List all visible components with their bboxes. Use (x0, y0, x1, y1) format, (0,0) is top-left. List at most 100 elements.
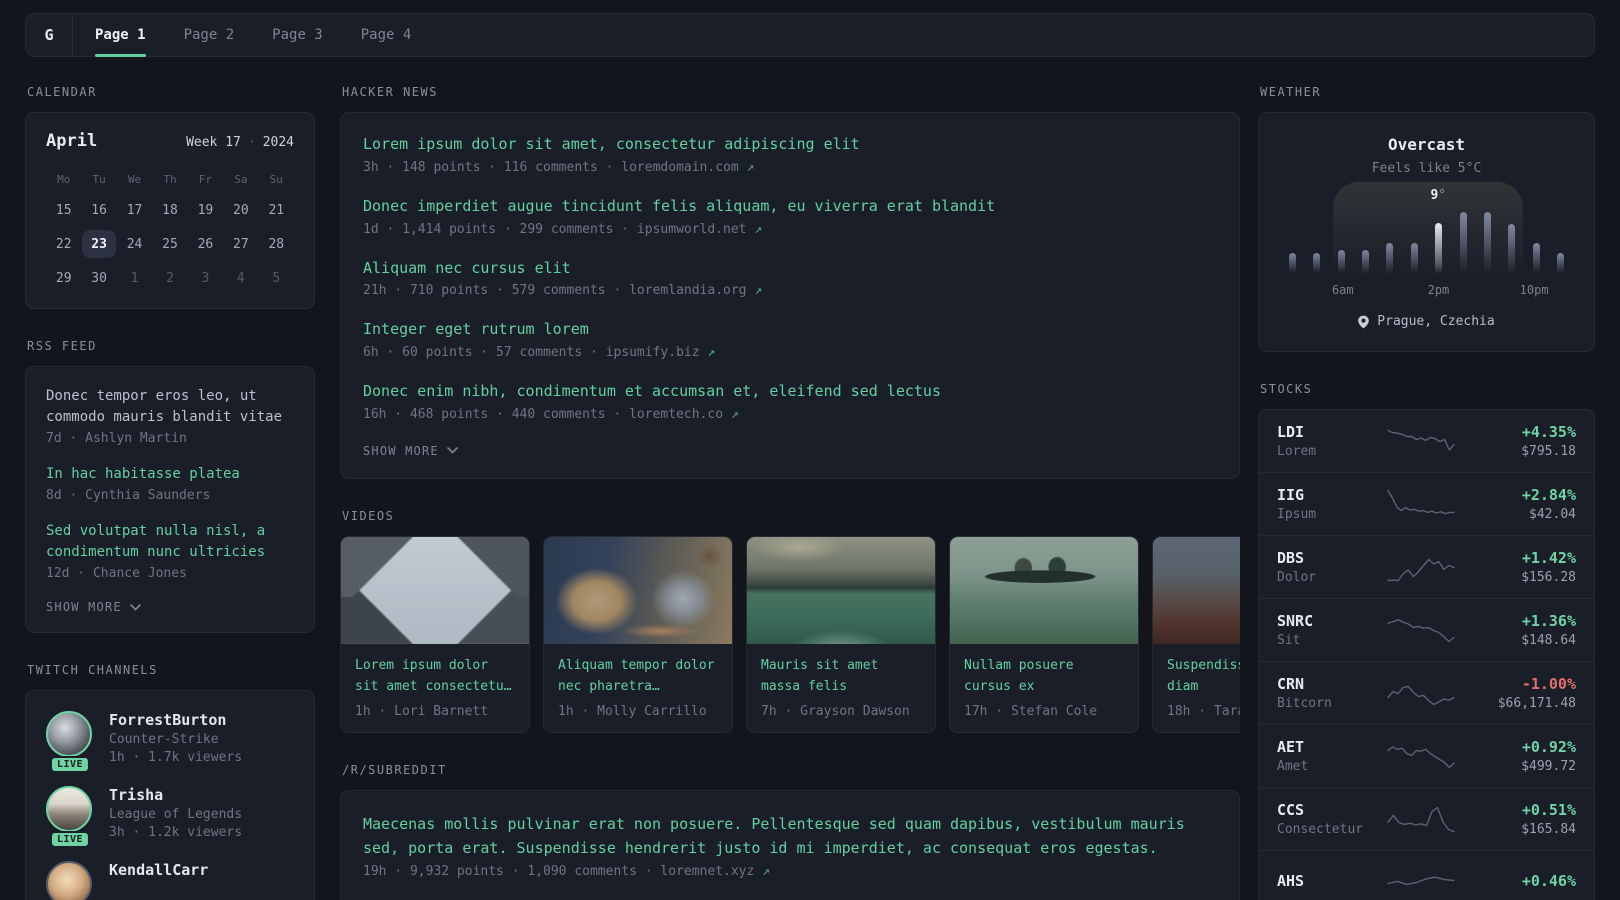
rss-item-title[interactable]: Sed volutpat nulla nisl, a condimentum n… (46, 521, 294, 563)
hn-item-title[interactable]: Donec imperdiet augue tincidunt felis al… (363, 196, 1217, 218)
stock-ticker[interactable]: DBS (1277, 549, 1377, 567)
nav-tab[interactable]: Page 4 (361, 14, 412, 56)
nav-tab-label: Page 3 (272, 27, 323, 43)
hn-show-more-button[interactable]: SHOW MORE (363, 444, 458, 458)
video-thumbnail[interactable] (747, 536, 935, 644)
twitch-channel-name[interactable]: Trisha (109, 786, 242, 804)
video-thumbnail[interactable] (950, 536, 1138, 644)
stock-ticker[interactable]: AHS (1277, 872, 1377, 890)
rss-item: Donec tempor eros leo, ut commodo mauris… (46, 386, 294, 446)
twitch-channel-meta: 1h · 1.7k viewers (109, 750, 243, 765)
calendar-day: 22 (55, 236, 72, 252)
stock-row[interactable]: DBS Dolor +1.42% $156.28 (1259, 535, 1594, 598)
stock-ticker[interactable]: CCS (1277, 801, 1377, 819)
stock-ticker[interactable]: CRN (1277, 675, 1377, 693)
video-card[interactable]: Suspendisse diam 18h · Tara (1152, 535, 1240, 734)
rss-section: RSS FEED Donec tempor eros leo, ut commo… (25, 339, 315, 633)
video-thumbnail[interactable] (1153, 536, 1240, 644)
stock-row[interactable]: CCS Consectetur +0.51% $165.84 (1259, 787, 1594, 850)
weather-time-label: 2pm (1427, 283, 1450, 297)
weather-bar (1289, 252, 1296, 274)
weather-bar (1508, 224, 1516, 274)
stock-symbol-block: CRN Bitcorn (1277, 675, 1377, 711)
stock-symbol-block: AHS (1277, 872, 1377, 893)
twitch-channel-row[interactable]: LIVE KendallCarr (46, 861, 294, 900)
external-link-icon[interactable]: ↗ (754, 222, 762, 237)
stock-row[interactable]: LDI Lorem +4.35% $795.18 (1259, 410, 1594, 472)
rss-item-title[interactable]: In hac habitasse platea (46, 464, 294, 485)
section-title-stocks: STOCKS (1260, 382, 1313, 396)
nav-tab[interactable]: Page 1 (95, 14, 146, 57)
hn-item-title[interactable]: Lorem ipsum dolor sit amet, consectetur … (363, 134, 1217, 156)
stock-row[interactable]: CRN Bitcorn -1.00% $66,171.48 (1259, 661, 1594, 724)
stock-row[interactable]: AET Amet +0.92% $499.72 (1259, 724, 1594, 787)
weather-bar (1532, 243, 1540, 274)
external-link-icon[interactable]: ↗ (762, 864, 770, 879)
right-column: WEATHER Overcast Feels like 5°C 9° 6am 2p… (1258, 85, 1595, 900)
hn-item-title[interactable]: Donec enim nibh, condimentum et accumsan… (363, 381, 1217, 403)
hn-item-title[interactable]: Integer eget rutrum lorem (363, 319, 1217, 341)
twitch-channel-row[interactable]: LIVE ForrestBurton Counter-Strike 1h · 1… (46, 711, 294, 773)
external-link-icon[interactable]: ↗ (747, 160, 755, 175)
video-title[interactable]: Lorem ipsum dolor sit amet consectetu… (355, 656, 515, 698)
stock-ticker[interactable]: SNRC (1277, 612, 1377, 630)
video-title-line1: Mauris sit amet (761, 657, 879, 673)
video-card[interactable]: Mauris sit amet massa felis 7h · Grayson… (746, 535, 936, 734)
twitch-channel-name[interactable]: ForrestBurton (109, 711, 242, 729)
stock-ticker[interactable]: IIG (1277, 486, 1377, 504)
calendar-day: 28 (268, 236, 285, 252)
video-title[interactable]: Nullam posuere cursus ex (964, 656, 1124, 698)
stock-row[interactable]: SNRC Sit +1.36% $148.64 (1259, 598, 1594, 661)
external-link-icon[interactable]: ↗ (754, 283, 762, 298)
nav-tab[interactable]: Page 2 (184, 14, 235, 56)
calendar-day: 29 (55, 270, 72, 286)
twitch-channel-category[interactable]: Counter-Strike (109, 732, 242, 747)
app-logo[interactable]: G (26, 14, 73, 56)
page-tabs: Page 1 Page 2 Page 3 Page 4 (73, 14, 412, 57)
calendar-day: 4 (236, 270, 245, 286)
rss-show-more-button[interactable]: SHOW MORE (46, 600, 141, 614)
external-link-icon[interactable]: ↗ (731, 407, 739, 422)
rss-widget: Donec tempor eros leo, ut commodo mauris… (25, 366, 315, 633)
twitch-channel-name[interactable]: KendallCarr (109, 861, 208, 879)
nav-tab[interactable]: Page 3 (272, 14, 323, 56)
stock-ticker[interactable]: LDI (1277, 423, 1377, 441)
avatar (46, 861, 92, 900)
video-thumbnail[interactable] (544, 536, 732, 644)
stock-row[interactable]: AHS +0.46% (1259, 850, 1594, 900)
video-row: Lorem ipsum dolor sit amet consectetu… 1… (340, 535, 1240, 734)
video-title-line2: cursus ex (964, 678, 1035, 694)
video-title[interactable]: Suspendisse diam (1167, 656, 1240, 698)
twitch-channel-category[interactable]: League of Legends (109, 807, 242, 822)
hn-item-title[interactable]: Aliquam nec cursus elit (363, 258, 1217, 280)
video-title[interactable]: Aliquam tempor dolor nec pharetra… (558, 656, 718, 698)
external-link-icon[interactable]: ↗ (707, 345, 715, 360)
calendar-day: 30 (91, 270, 107, 286)
stock-symbol-block: LDI Lorem (1277, 423, 1377, 459)
twitch-avatar-wrap: LIVE (46, 786, 94, 848)
video-title-line1: Nullam posuere (964, 657, 1074, 673)
subreddit-post-title[interactable]: Maecenas mollis pulvinar erat non posuer… (363, 812, 1217, 860)
video-thumbnail[interactable] (341, 536, 529, 644)
weather-temp-value: 9 (1430, 188, 1439, 203)
video-title[interactable]: Mauris sit amet massa felis (761, 656, 921, 698)
stock-ticker[interactable]: AET (1277, 738, 1377, 756)
video-card[interactable]: Lorem ipsum dolor sit amet consectetu… 1… (340, 535, 530, 734)
weather-location: Prague, Czechia (1283, 314, 1570, 329)
calendar-widget: April Week 17 · 2024 Mo Tu We Th Fr Sa S… (25, 112, 315, 309)
stock-values-block: +0.46% (1464, 872, 1576, 893)
video-card[interactable]: Nullam posuere cursus ex 17h · Stefan Co… (949, 535, 1139, 734)
calendar-weekday: Tu (92, 172, 106, 186)
video-card[interactable]: Aliquam tempor dolor nec pharetra… 1h · … (543, 535, 733, 734)
separator-dot: · (247, 135, 256, 150)
calendar-day: 16 (91, 202, 107, 218)
stock-sparkline (1377, 864, 1464, 900)
weather-widget: Overcast Feels like 5°C 9° 6am 2pm 10pm Pr… (1258, 112, 1595, 352)
calendar-day: 1 (130, 270, 139, 286)
rss-item-title[interactable]: Donec tempor eros leo, ut commodo mauris… (46, 386, 294, 428)
stock-name: Amet (1277, 759, 1309, 774)
left-column: CALENDAR April Week 17 · 2024 Mo Tu We T… (25, 85, 315, 900)
stock-price: $42.04 (1529, 507, 1576, 522)
twitch-channel-row[interactable]: LIVE Trisha League of Legends 3h · 1.2k … (46, 786, 294, 848)
stock-row[interactable]: IIG Ipsum +2.84% $42.04 (1259, 472, 1594, 535)
